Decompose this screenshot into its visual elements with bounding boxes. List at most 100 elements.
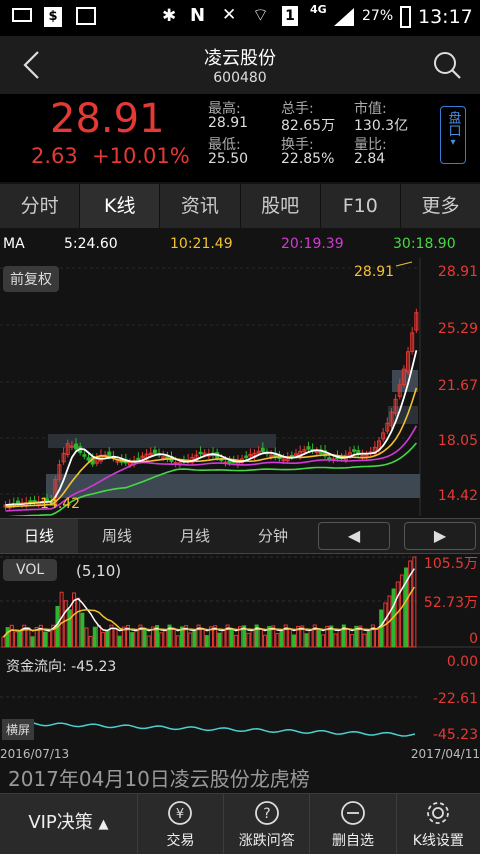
field-value: 22.85% xyxy=(281,151,335,167)
volume-bar xyxy=(366,629,371,648)
scroll-left-button[interactable]: ◀ xyxy=(318,522,390,550)
volume-bar xyxy=(333,633,338,648)
volume-bar xyxy=(350,634,355,648)
arrow-left-icon: ◀ xyxy=(347,526,361,545)
ma5-value: 5:24.60 xyxy=(64,236,118,252)
volume-bar xyxy=(379,609,384,648)
volume-bar xyxy=(47,631,52,648)
candle xyxy=(82,454,87,457)
remove-watchlist-button[interactable]: 删自选 xyxy=(309,794,395,854)
volume-profile-bar xyxy=(48,434,276,448)
search-icon[interactable] xyxy=(432,50,462,80)
period-week[interactable]: 周线 xyxy=(78,519,156,553)
sim-icon: 1 xyxy=(282,6,298,26)
candle xyxy=(107,451,112,457)
kline-settings-label: K线设置 xyxy=(412,833,464,849)
vol-tick: 105.5万 xyxy=(424,556,478,572)
volume-bar xyxy=(321,634,326,648)
volume-bar xyxy=(192,630,197,648)
volume-bar xyxy=(250,629,255,648)
volume-bar xyxy=(362,633,367,648)
volume-bar xyxy=(13,631,18,648)
price-tick: 18.05 xyxy=(438,433,478,449)
volume-bar xyxy=(96,624,101,648)
yen-icon: ¥ xyxy=(168,801,193,825)
high-marker xyxy=(395,261,413,267)
volume-bar xyxy=(5,627,10,648)
volume-bar xyxy=(63,600,68,648)
volume-bar xyxy=(204,635,209,648)
back-icon[interactable] xyxy=(20,50,44,80)
volume-bar xyxy=(130,632,135,648)
tab-f10[interactable]: F10 xyxy=(321,184,401,228)
gear-icon xyxy=(427,802,450,824)
pankou-button[interactable]: 盘口 ▾ xyxy=(440,106,466,164)
flow-label: 资金流向: -45.23 xyxy=(6,659,117,675)
candle xyxy=(352,449,357,452)
scroll-right-button[interactable]: ▶ xyxy=(404,522,476,550)
news-headline[interactable]: 2017年04月10日凌云股份龙虎榜 xyxy=(0,766,480,794)
vol-indicator-button[interactable]: VOL xyxy=(3,559,58,581)
status-bar: $ ✱ N ✕ ⌔ 1 4G 27% 13:17 xyxy=(0,0,480,36)
period-month[interactable]: 月线 xyxy=(156,519,234,553)
candle xyxy=(136,457,141,461)
stock-code: 600480 xyxy=(213,70,267,86)
vip-label: VIP决策 xyxy=(28,812,93,833)
trade-label: 交易 xyxy=(166,833,195,849)
tab-fenshi[interactable]: 分时 xyxy=(0,184,81,228)
volume-bar xyxy=(18,631,23,648)
capital-flow-chart[interactable]: 0.00 -22.61 -45.23 2016/07/13 2017/04/11… xyxy=(0,653,480,763)
vip-decision-button[interactable]: VIP决策 ▲ xyxy=(0,794,137,854)
kline-settings-button[interactable]: K线设置 xyxy=(395,794,480,854)
vol-ma5-line xyxy=(2,568,416,638)
ma-label: MA xyxy=(3,236,25,252)
volume-profile-bar xyxy=(46,474,420,498)
volume-chart[interactable]: 105.5万 52.73万 0 VOL (5,10) xyxy=(0,553,480,653)
volume-bar xyxy=(304,633,309,648)
clock: 13:17 xyxy=(418,6,473,28)
volume-bar xyxy=(146,635,151,648)
price: 28.91 xyxy=(50,96,165,142)
landscape-button[interactable]: 横屏 xyxy=(2,719,35,740)
volume-bar xyxy=(1,636,6,648)
volume-bar xyxy=(134,630,139,648)
qa-label: 涨跌问答 xyxy=(238,833,295,849)
volume-bar xyxy=(316,628,321,648)
minus-circle-icon xyxy=(341,801,365,825)
svg-text:¥: ¥ xyxy=(176,807,184,822)
tab-more[interactable]: 更多 xyxy=(401,184,480,228)
volume-bar xyxy=(163,630,168,648)
volume-bar xyxy=(200,628,205,648)
volume-bar xyxy=(80,612,85,648)
volume-bar xyxy=(246,632,251,648)
volume-bar xyxy=(9,624,14,648)
price-change-pct: +10.01% xyxy=(92,144,190,168)
volume-bar xyxy=(26,627,31,648)
tab-zixun[interactable]: 资讯 xyxy=(160,184,241,228)
qa-button[interactable]: ? 涨跌问答 xyxy=(223,794,309,854)
kline-chart[interactable]: 28.91 14.42 28.91 25.29 21.67 18.05 14.4… xyxy=(0,258,480,518)
field-value: 2.84 xyxy=(354,151,386,167)
candle xyxy=(152,449,157,454)
volume-bar xyxy=(221,629,226,648)
tab-kline[interactable]: K线 xyxy=(80,184,161,228)
volume-bar xyxy=(113,627,118,648)
volume-bar xyxy=(67,609,72,648)
flow-tick: 0.00 xyxy=(447,654,478,670)
quote-panel: 28.91 2.63 +10.01% 最高: 28.91 总手: 82.65万 … xyxy=(0,94,480,182)
mute-icon: ✕ xyxy=(222,5,237,25)
volume-bar xyxy=(142,627,147,648)
trade-button[interactable]: ¥ 交易 xyxy=(136,794,223,854)
fuquan-button[interactable]: 前复权 xyxy=(3,266,59,292)
period-minute[interactable]: 分钟 xyxy=(234,519,312,553)
period-day[interactable]: 日线 xyxy=(0,519,78,553)
field-value: 28.91 xyxy=(208,115,249,131)
stock-name: 凌云股份 xyxy=(204,48,276,69)
volume-bar xyxy=(308,629,313,648)
ma-legend: MA 5:24.60 10:21.49 20:19.39 30:18.90 xyxy=(0,232,480,258)
candle xyxy=(327,457,332,460)
candle xyxy=(260,447,265,452)
vol-params: (5,10) xyxy=(76,562,122,580)
tab-guba[interactable]: 股吧 xyxy=(241,184,321,228)
ma10-value: 10:21.49 xyxy=(170,236,233,252)
